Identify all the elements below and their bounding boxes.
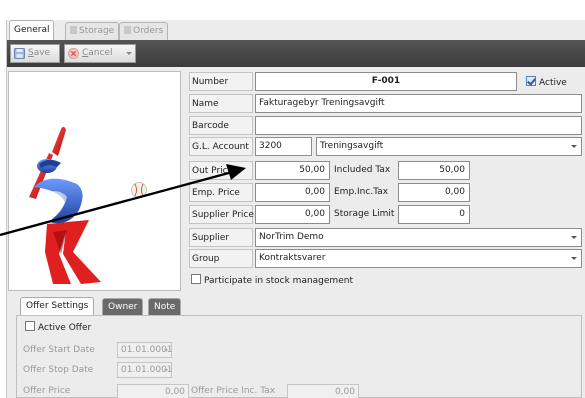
supplier-price-field[interactable]: 0,00 xyxy=(255,205,330,224)
participate-stock-label: Participate in stock management xyxy=(204,276,353,286)
cancel-icon xyxy=(68,48,79,59)
storage-limit-field[interactable]: 0 xyxy=(398,205,470,224)
offer-stop-date-field[interactable]: 01.01.0001 xyxy=(117,362,173,378)
chevron-down-icon xyxy=(571,236,577,239)
cancel-button[interactable]: Cancel xyxy=(64,44,136,63)
active-checkbox[interactable]: Active xyxy=(526,76,567,88)
gl-account-code-field[interactable]: 3200 xyxy=(255,137,312,156)
active-offer-checkbox[interactable]: Active Offer xyxy=(25,321,91,333)
tab-storage[interactable]: Storage xyxy=(65,22,120,40)
emp-inc-tax-label: Emp.Inc.Tax xyxy=(334,187,389,197)
group-value: Kontraktsvarer xyxy=(259,253,326,263)
barcode-field[interactable] xyxy=(255,116,582,135)
participate-stock-checkbox[interactable]: Participate in stock management xyxy=(191,274,353,286)
tab-note-label: Note xyxy=(154,302,176,312)
baseball-logo-image xyxy=(29,126,147,284)
emp-price-field[interactable]: 0,00 xyxy=(255,183,330,202)
storage-limit-label: Storage Limit xyxy=(334,209,395,219)
participate-check-icon xyxy=(191,274,201,284)
number-label: Number xyxy=(189,72,253,91)
gl-account-label: G.L. Account xyxy=(189,137,253,156)
offer-price-inc-tax-label: Offer Price Inc. Tax xyxy=(191,386,276,396)
name-field[interactable]: Fakturagebyr Treningsavgift xyxy=(255,94,582,113)
save-button-label: ave xyxy=(33,48,51,58)
supplier-label: Supplier xyxy=(189,228,253,247)
tab-orders-label: Orders xyxy=(133,26,164,36)
included-tax-field[interactable]: 50,00 xyxy=(398,161,470,180)
chevron-down-icon xyxy=(164,369,168,372)
toolbar: Save Cancel xyxy=(7,40,585,67)
included-tax-label: Included Tax xyxy=(334,165,391,175)
cancel-button-label: ancel xyxy=(88,48,113,58)
chevron-down-icon[interactable] xyxy=(126,52,132,55)
group-select[interactable]: Kontraktsvarer xyxy=(255,249,582,268)
out-price-label: Out Price xyxy=(189,161,253,180)
active-check-icon xyxy=(526,76,536,86)
offer-start-date-field[interactable]: 01.01.0001 xyxy=(117,342,173,358)
chevron-down-icon xyxy=(571,145,577,148)
tab-offer-settings-label: Offer Settings xyxy=(26,301,89,311)
tab-storage-label: Storage xyxy=(79,26,115,36)
gl-account-value: Treningsavgift xyxy=(320,141,384,151)
tab-owner[interactable]: Owner xyxy=(102,298,144,315)
barcode-label: Barcode xyxy=(189,116,253,135)
supplier-value: NorTrim Demo xyxy=(259,232,324,242)
active-offer-check-icon xyxy=(25,321,35,331)
offer-price-inc-tax-field[interactable]: 0,00 xyxy=(287,384,359,398)
out-price-field[interactable]: 50,00 xyxy=(255,161,330,180)
offer-price-label: Offer Price xyxy=(23,386,71,396)
active-label: Active xyxy=(539,78,567,88)
save-button[interactable]: Save xyxy=(10,44,60,63)
number-field[interactable]: F-001 xyxy=(255,72,517,91)
chevron-down-icon xyxy=(164,349,168,352)
tab-general-label: General xyxy=(14,25,50,35)
tab-general[interactable]: General xyxy=(9,20,55,40)
product-image xyxy=(8,71,181,291)
offer-start-date-label: Offer Start Date xyxy=(23,345,95,355)
name-label: Name xyxy=(189,94,253,113)
top-tab-bar: General Storage Orders xyxy=(7,20,585,40)
tab-orders[interactable]: Orders xyxy=(119,22,169,40)
emp-price-label: Emp. Price xyxy=(189,183,253,202)
tab-offer-settings[interactable]: Offer Settings xyxy=(20,297,95,315)
product-editor-window: General Storage Orders Save Cancel Numbe… xyxy=(6,20,585,398)
storage-icon xyxy=(70,26,77,34)
group-label: Group xyxy=(189,249,253,268)
save-icon xyxy=(14,48,25,59)
gl-account-select[interactable]: Treningsavgift xyxy=(316,137,582,156)
offer-price-field[interactable]: 0,00 xyxy=(117,384,189,398)
active-offer-label: Active Offer xyxy=(38,323,92,333)
orders-icon xyxy=(124,26,131,34)
tab-owner-label: Owner xyxy=(108,302,138,312)
supplier-select[interactable]: NorTrim Demo xyxy=(255,228,582,247)
chevron-down-icon xyxy=(571,257,577,260)
offer-stop-date-label: Offer Stop Date xyxy=(23,365,94,375)
supplier-price-label: Supplier Price xyxy=(189,205,254,224)
emp-inc-tax-field[interactable]: 0,00 xyxy=(398,183,470,202)
tab-note[interactable]: Note xyxy=(148,298,182,315)
